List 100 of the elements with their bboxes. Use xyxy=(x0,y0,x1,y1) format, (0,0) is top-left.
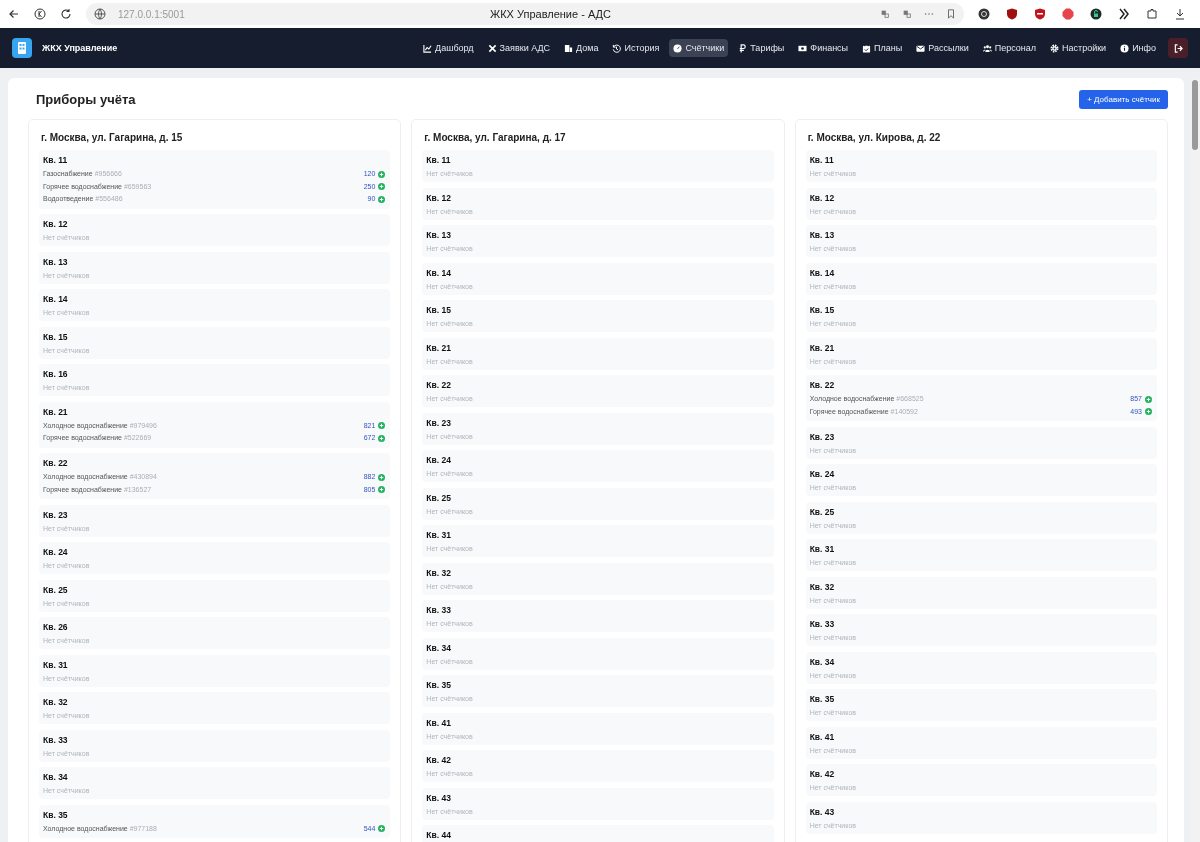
apartment-name: Кв. 26 xyxy=(43,621,69,633)
scrollbar[interactable] xyxy=(1190,78,1200,842)
building-icon xyxy=(564,43,574,53)
apartment-name: Кв. 32 xyxy=(426,566,452,579)
apartment-name: Кв. 14 xyxy=(43,293,69,305)
house-address: г. Москва, ул. Гагарина, д. 17 xyxy=(424,132,567,143)
nav-link[interactable]: Персонал xyxy=(978,39,1040,57)
page-heading: Приборы учёта xyxy=(35,92,136,107)
add-reading-icon[interactable] xyxy=(378,434,386,442)
apartment-name: Кв. 12 xyxy=(43,218,69,230)
apartment-name: Кв. 15 xyxy=(809,304,836,316)
apartment-name: Кв. 24 xyxy=(43,546,69,558)
nav-link[interactable]: История xyxy=(608,39,664,57)
apartment-name: Кв. 43 xyxy=(809,805,836,818)
shield-icon[interactable] xyxy=(1006,8,1018,20)
nav-link[interactable]: Настройки xyxy=(1046,39,1111,57)
apartment-name: Кв. 16 xyxy=(43,368,69,380)
ruble-icon xyxy=(738,43,748,53)
apartment-name: Кв. 25 xyxy=(43,583,69,596)
apartment-name: Кв. 13 xyxy=(43,255,69,268)
apartment-name: Кв. 21 xyxy=(426,341,452,354)
apartment-name: Кв. 35 xyxy=(426,679,452,691)
extension-icon[interactable] xyxy=(1118,8,1130,20)
url-text: 127.0.0.1:5001 xyxy=(118,8,186,20)
envelope-icon xyxy=(916,43,926,53)
browser-logo-icon[interactable] xyxy=(34,8,46,20)
apartment-name: Кв. 42 xyxy=(809,768,836,780)
download-icon[interactable] xyxy=(1174,8,1186,20)
apartment-name: Кв. 25 xyxy=(426,491,452,504)
apartment-name: Кв. 44 xyxy=(426,829,452,841)
apartment-name: Кв. 14 xyxy=(809,266,836,279)
apartment-name: Кв. 41 xyxy=(809,730,836,743)
apartment-name: Кв. 21 xyxy=(43,405,69,418)
apartment-name: Кв. 31 xyxy=(43,658,69,671)
apartment-name: Кв. 15 xyxy=(426,304,452,316)
stop-sign-icon[interactable] xyxy=(1062,8,1074,20)
apartment-name: Кв. 22 xyxy=(426,379,452,391)
settings-icon xyxy=(1050,43,1059,53)
apartment-name: Кв. 34 xyxy=(809,655,836,668)
lock-icon[interactable] xyxy=(1090,8,1102,20)
add-reading-icon[interactable] xyxy=(1145,408,1152,416)
nav-link[interactable]: Финансы xyxy=(794,39,853,57)
add-meter-button[interactable]: + Добавить счётчик xyxy=(1079,90,1168,109)
page-title: ЖКХ Управление - АДС xyxy=(490,8,611,20)
apartment-name: Кв. 13 xyxy=(809,229,836,241)
add-reading-icon[interactable] xyxy=(378,825,386,833)
apartment-name: Кв. 31 xyxy=(426,529,452,541)
apartment-name: Кв. 32 xyxy=(809,580,836,593)
info-icon xyxy=(1120,43,1130,53)
reload-icon[interactable] xyxy=(60,8,72,20)
translate-icon[interactable] xyxy=(902,9,912,19)
building-logo-icon[interactable] xyxy=(12,38,32,58)
calendar-icon xyxy=(862,43,872,53)
nav-link[interactable]: Инфо xyxy=(1116,39,1160,57)
apartment-name: Кв. 35 xyxy=(43,808,69,821)
add-reading-icon[interactable] xyxy=(378,183,386,191)
apartment-name: Кв. 12 xyxy=(426,191,452,204)
apartment-name: Кв. 14 xyxy=(426,266,452,279)
apartment-name: Кв. 22 xyxy=(809,379,836,391)
apartment-name: Кв. 35 xyxy=(809,693,836,705)
add-reading-icon[interactable] xyxy=(1145,395,1152,403)
add-reading-icon[interactable] xyxy=(378,473,386,481)
apartment-name: Кв. 23 xyxy=(43,508,69,521)
logout-button[interactable] xyxy=(1168,38,1188,58)
gauge-icon xyxy=(673,43,683,53)
shield-icon[interactable] xyxy=(1034,8,1046,20)
translate-icon[interactable] xyxy=(880,9,890,19)
address-bar[interactable]: 127.0.0.1:5001 ЖКХ Управление - АДС xyxy=(86,3,964,25)
apartment-name: Кв. 42 xyxy=(426,754,452,766)
back-icon[interactable] xyxy=(8,8,20,20)
apartment-name: Кв. 33 xyxy=(426,604,452,616)
apartment-name: Кв. 13 xyxy=(426,229,452,241)
apartment-name: Кв. 41 xyxy=(426,716,452,729)
add-reading-icon[interactable] xyxy=(378,486,386,494)
history-icon xyxy=(612,43,622,53)
add-reading-icon[interactable] xyxy=(378,195,386,203)
extension-icon[interactable] xyxy=(978,8,990,20)
nav-link[interactable]: Рассылки xyxy=(912,39,973,57)
nav-link[interactable]: Тарифы xyxy=(734,39,789,57)
apartment-name: Кв. 22 xyxy=(43,457,69,469)
house-address: г. Москва, ул. Кирова, д. 22 xyxy=(807,132,942,143)
app-brand[interactable]: ЖКХ Управление xyxy=(42,43,118,53)
apartment-name: Кв. 33 xyxy=(809,618,836,630)
nav-link[interactable]: Дашборд xyxy=(419,39,478,57)
bookmark-icon[interactable] xyxy=(946,9,956,19)
add-reading-icon[interactable] xyxy=(378,422,386,430)
nav-link[interactable]: Счётчики xyxy=(669,39,729,57)
apartment-name: Кв. 11 xyxy=(43,154,69,166)
apartment-name: Кв. 33 xyxy=(43,733,69,746)
apartment-name: Кв. 23 xyxy=(426,416,452,429)
apartment-name: Кв. 24 xyxy=(809,468,836,480)
people-icon xyxy=(982,43,992,53)
apartment-name: Кв. 12 xyxy=(809,191,836,204)
nav-link[interactable]: Планы xyxy=(858,39,907,57)
nav-link[interactable]: Заявки АДС xyxy=(483,39,555,57)
add-reading-icon[interactable] xyxy=(378,170,386,178)
apartment-name: Кв. 11 xyxy=(426,154,452,166)
nav-link[interactable]: Дома xyxy=(560,39,603,57)
apartment-name: Кв. 11 xyxy=(809,154,835,166)
apartment-name: Кв. 15 xyxy=(43,330,69,343)
